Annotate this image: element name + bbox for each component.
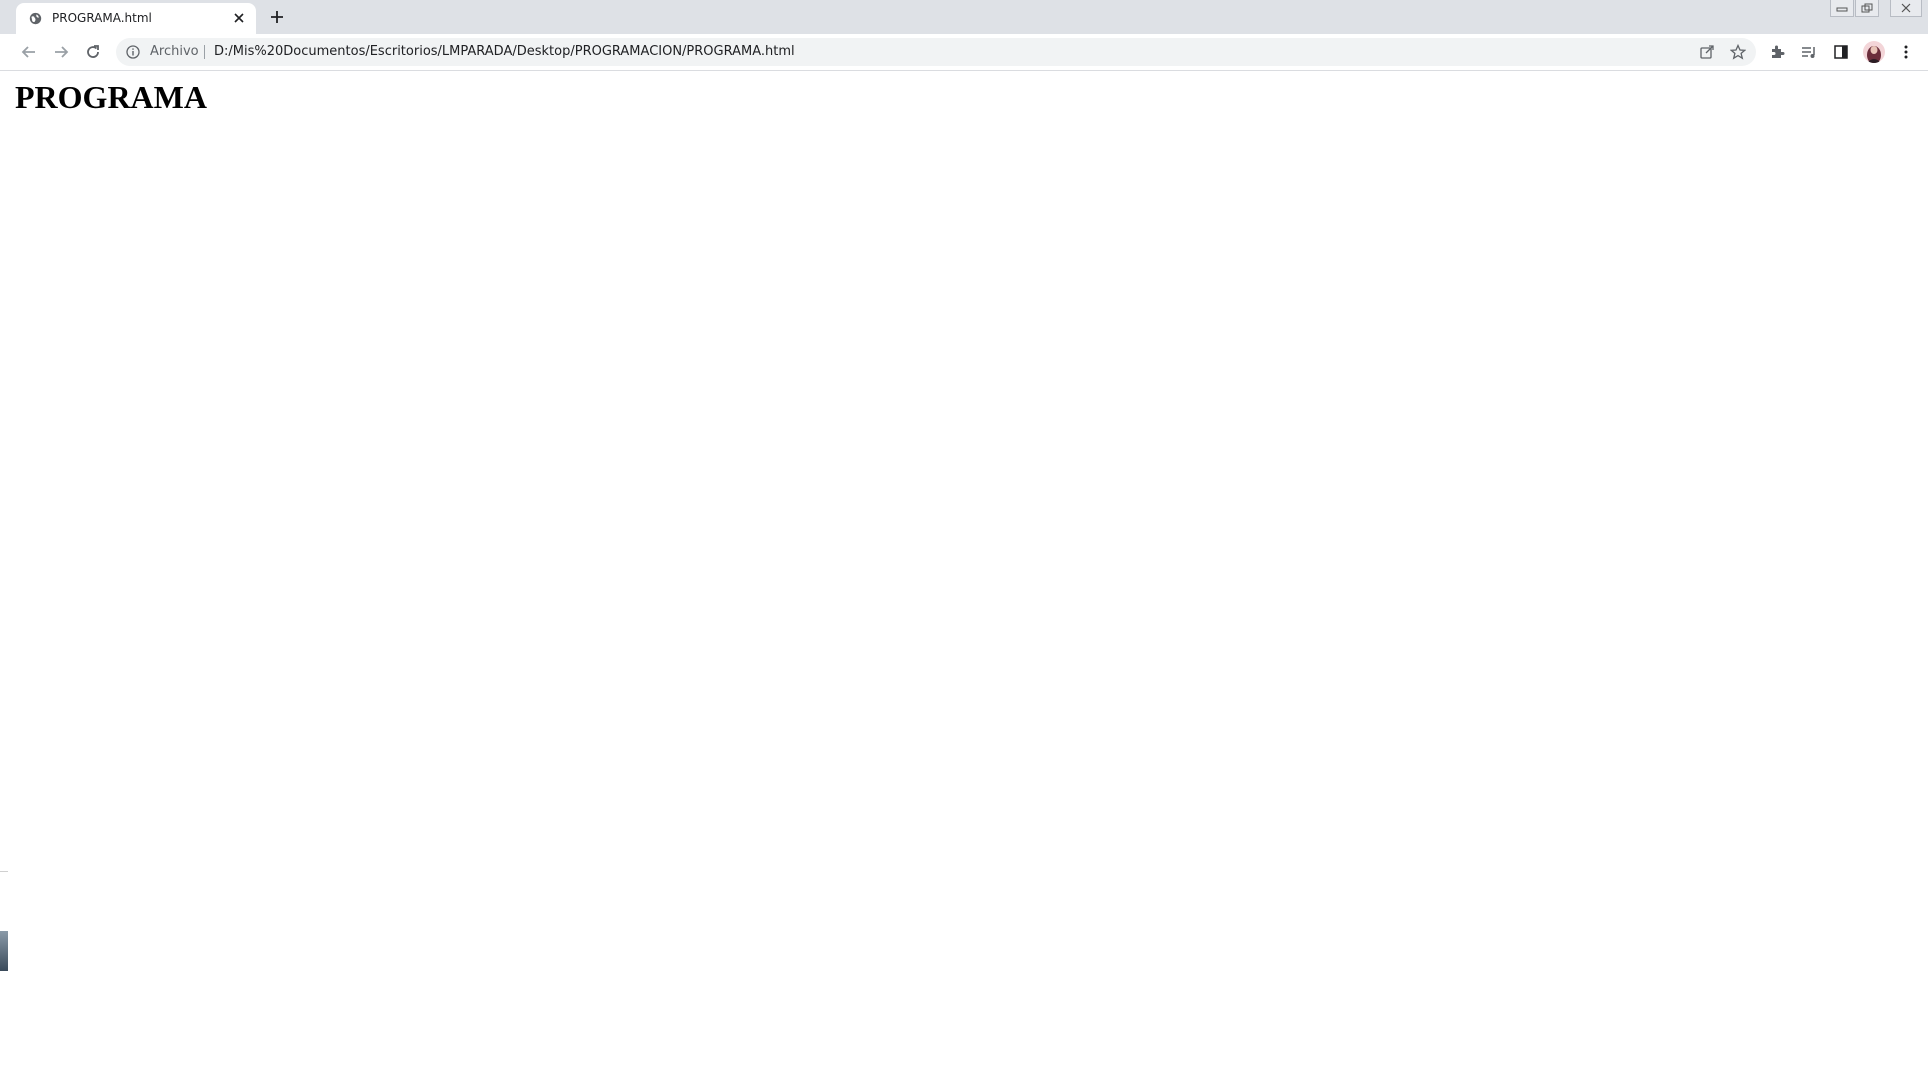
page-content: PROGRAMA <box>0 71 1928 1080</box>
reload-icon[interactable] <box>84 43 102 61</box>
address-bar[interactable]: Archivo D:/Mis%20Documentos/Escritorios/… <box>116 38 1756 66</box>
share-icon[interactable] <box>1699 44 1715 60</box>
star-icon[interactable] <box>1730 44 1746 60</box>
edge-divider <box>0 871 8 872</box>
browser-toolbar: Archivo D:/Mis%20Documentos/Escritorios/… <box>0 34 1928 71</box>
side-panel-icon[interactable] <box>1833 44 1849 60</box>
browser-tab[interactable]: PROGRAMA.html <box>16 3 256 34</box>
info-icon[interactable] <box>126 45 140 59</box>
url-text[interactable]: D:/Mis%20Documentos/Escritorios/LMPARADA… <box>214 44 795 59</box>
reading-list-icon[interactable] <box>1801 44 1817 60</box>
browser-titlebar: PROGRAMA.html <box>0 0 1928 34</box>
close-window-icon[interactable] <box>1890 0 1922 17</box>
origin-separator <box>204 45 205 59</box>
origin-label: Archivo <box>150 44 199 59</box>
new-tab-icon[interactable] <box>268 8 286 26</box>
forward-icon[interactable] <box>52 43 70 61</box>
restore-icon[interactable] <box>1855 0 1879 17</box>
edge-thumbnail <box>0 931 8 971</box>
close-tab-icon[interactable] <box>232 11 246 25</box>
menu-icon[interactable] <box>1898 44 1914 60</box>
globe-icon <box>29 12 42 25</box>
extensions-icon[interactable] <box>1769 44 1785 60</box>
tab-title: PROGRAMA.html <box>52 11 152 25</box>
back-icon[interactable] <box>20 43 38 61</box>
minimize-icon[interactable] <box>1830 0 1854 17</box>
page-heading: PROGRAMA <box>15 79 207 115</box>
profile-avatar[interactable] <box>1863 41 1885 63</box>
